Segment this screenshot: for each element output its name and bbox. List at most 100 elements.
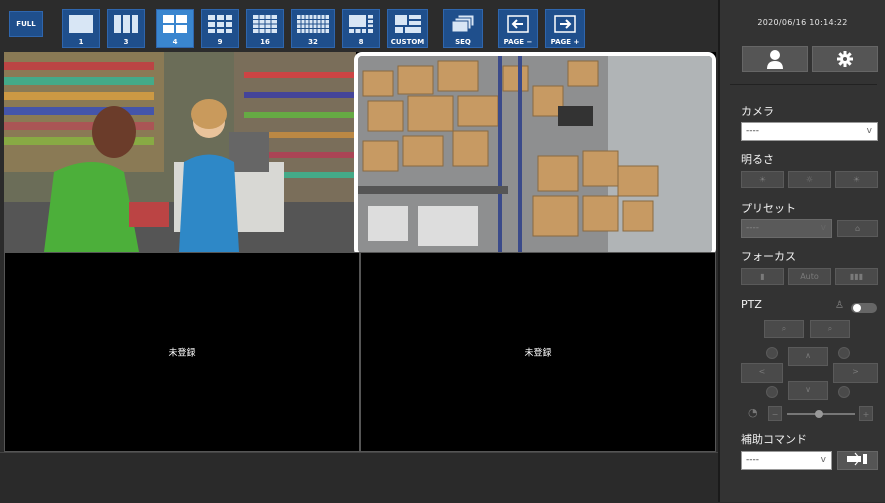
layout-4-button[interactable]: 4 [156, 9, 194, 48]
pan-right-button[interactable]: > [833, 363, 878, 383]
camera-select-value: ---- [746, 126, 759, 136]
aux-command-select[interactable]: ---- v [741, 451, 832, 470]
layout-3-label: 3 [123, 38, 129, 46]
full-screen-button[interactable]: FULL [9, 11, 43, 37]
camera-view-2-selected[interactable] [354, 52, 716, 257]
zoom-out-button[interactable]: ⌕ [764, 320, 804, 338]
aux-command-label: 補助コマンド [741, 433, 807, 446]
page-next-label: PAGE + [550, 38, 580, 46]
preset-select-value: ---- [746, 223, 759, 233]
layout-4-label: 4 [172, 38, 178, 46]
focus-auto-label: Auto [800, 272, 819, 281]
layout-1-button[interactable]: 1 [62, 9, 100, 48]
pan-down-right-button[interactable] [838, 386, 850, 398]
brightness-low-button[interactable]: ☀ [741, 171, 784, 188]
send-command-icon [846, 452, 867, 466]
preset-label: プリセット [741, 202, 796, 215]
zoom-out-icon: ⌕ [781, 324, 787, 333]
layout-8-icon [349, 15, 373, 33]
camera-select[interactable]: ---- v [741, 122, 878, 141]
user-icon [767, 50, 783, 69]
focus-far-button[interactable]: ▮▮▮ [835, 268, 878, 285]
page-prev-button[interactable]: PAGE − [498, 9, 538, 48]
speed-minus-button[interactable]: − [768, 406, 782, 421]
chevron-down-icon: ∨ [805, 385, 811, 394]
sun-small-icon: ☀ [758, 175, 767, 184]
preset-select[interactable]: ---- v [741, 219, 832, 238]
full-label: FULL [16, 20, 36, 28]
speed-slider-knob[interactable] [815, 410, 823, 418]
camera-view-1[interactable] [4, 52, 356, 252]
layout-custom-icon [394, 15, 421, 33]
brightness-label: 明るさ [741, 153, 774, 166]
arrow-left-icon [507, 15, 529, 33]
control-panel: 2020/06/16 10:14:22 カメラ ---- v 明るさ ☀ ☼ ☀… [718, 0, 885, 502]
focus-near-icon: ▮ [760, 272, 765, 281]
minus-icon: − [771, 410, 779, 419]
status-bar [0, 452, 718, 503]
camera-4-status: 未登録 [524, 348, 552, 359]
chevron-down-icon: v [820, 223, 826, 233]
monitor-app: FULL 1 3 4 9 16 32 8 CUSTOM SEQ PAGE − P… [0, 0, 885, 503]
datetime-display: 2020/06/16 10:14:22 [757, 18, 848, 27]
layout-9-button[interactable]: 9 [201, 9, 239, 48]
pan-up-left-button[interactable] [766, 347, 778, 359]
camera-3-status: 未登録 [168, 348, 196, 359]
store-scene-image [4, 52, 356, 252]
focus-far-icon: ▮▮▮ [849, 272, 864, 281]
pan-up-button[interactable]: ∧ [788, 347, 828, 366]
layout-custom-button[interactable]: CUSTOM [387, 9, 428, 48]
arrow-right-icon [554, 15, 576, 33]
ptz-toggle[interactable] [851, 303, 877, 313]
layout-3-button[interactable]: 3 [107, 9, 145, 48]
joystick-icon: ♙ [835, 300, 844, 311]
chevron-right-icon: > [852, 367, 859, 376]
sun-medium-icon: ☼ [805, 175, 814, 184]
sequence-button[interactable]: SEQ [443, 9, 483, 48]
layout-1-icon [69, 15, 93, 33]
sun-large-icon: ☀ [852, 175, 861, 184]
page-prev-label: PAGE − [503, 38, 533, 46]
layout-9-label: 9 [217, 38, 223, 46]
focus-label: フォーカス [741, 250, 796, 263]
zoom-in-icon: ⌕ [827, 324, 833, 333]
page-next-button[interactable]: PAGE + [545, 9, 585, 48]
ptz-label: PTZ [741, 298, 762, 311]
layout-16-button[interactable]: 16 [246, 9, 284, 48]
brightness-high-button[interactable]: ☀ [835, 171, 878, 188]
camera-view-4[interactable]: 未登録 [360, 252, 716, 452]
pan-down-left-button[interactable] [766, 386, 778, 398]
warehouse-scene-image [358, 56, 712, 253]
chevron-down-icon: v [866, 126, 872, 136]
focus-auto-button[interactable]: Auto [788, 268, 831, 285]
pan-down-button[interactable]: ∨ [788, 381, 828, 400]
chevron-down-icon: v [820, 455, 826, 465]
speed-plus-button[interactable]: + [859, 406, 873, 421]
speed-gauge-icon: ◔ [748, 406, 758, 419]
user-button[interactable] [742, 46, 808, 72]
pan-left-button[interactable]: < [741, 363, 783, 383]
zoom-in-button[interactable]: ⌕ [810, 320, 850, 338]
aux-command-send-button[interactable] [837, 451, 878, 470]
preset-home-button[interactable]: ⌂ [837, 220, 878, 237]
brightness-default-button[interactable]: ☼ [788, 171, 831, 188]
pan-up-right-button[interactable] [838, 347, 850, 359]
aux-command-select-value: ---- [746, 455, 759, 465]
layout-8-button[interactable]: 8 [342, 9, 380, 48]
seq-label: SEQ [455, 38, 471, 46]
layout-32-label: 32 [308, 38, 318, 46]
layout-custom-label: CUSTOM [390, 38, 425, 46]
ptz-toggle-knob [853, 304, 861, 312]
plus-icon: + [862, 410, 870, 419]
focus-near-button[interactable]: ▮ [741, 268, 784, 285]
layout-8-label: 8 [358, 38, 364, 46]
sequence-icon [451, 14, 475, 33]
layout-32-button[interactable]: 32 [291, 9, 335, 48]
chevron-up-icon: ∧ [805, 351, 811, 360]
chevron-left-icon: < [758, 367, 766, 376]
camera-view-3[interactable]: 未登録 [4, 252, 360, 452]
settings-button[interactable] [812, 46, 878, 72]
layout-16-label: 16 [260, 38, 270, 46]
speed-slider-track[interactable] [787, 410, 855, 418]
layout-3-icon [114, 15, 138, 33]
